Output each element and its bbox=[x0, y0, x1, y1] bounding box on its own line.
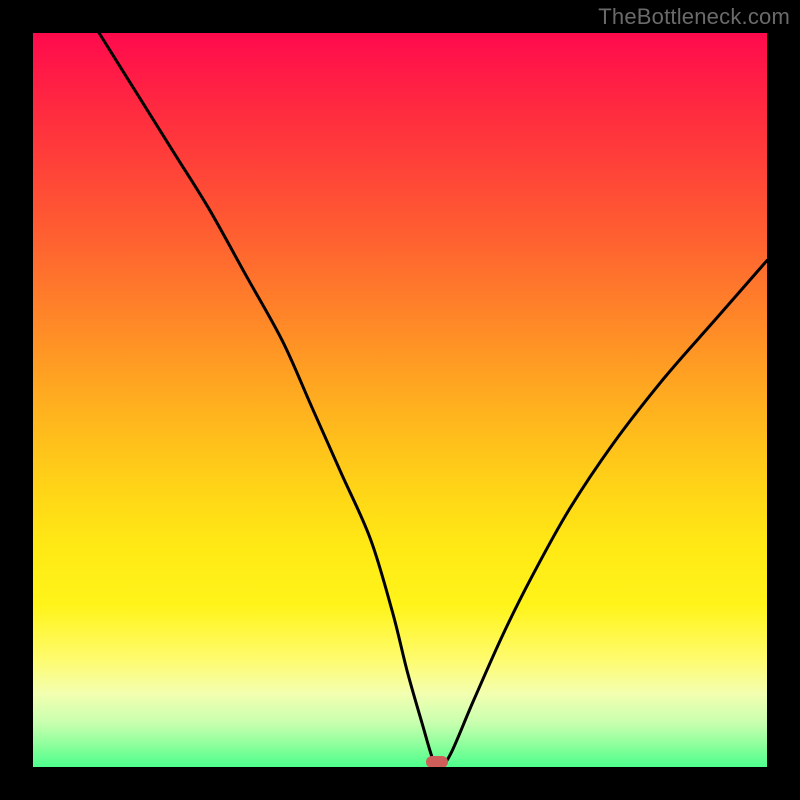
plot-area bbox=[33, 33, 767, 767]
minimum-marker bbox=[426, 756, 448, 767]
watermark-text: TheBottleneck.com bbox=[598, 4, 790, 30]
chart-frame: TheBottleneck.com bbox=[0, 0, 800, 800]
curve-path bbox=[99, 33, 767, 767]
bottleneck-curve bbox=[33, 33, 767, 767]
